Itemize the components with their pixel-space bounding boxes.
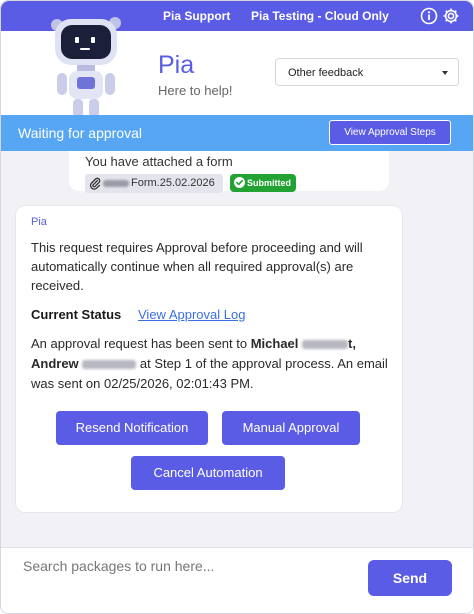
info-icon[interactable] <box>420 7 438 25</box>
assistant-subtitle: Here to help! <box>158 83 233 98</box>
resend-notification-button[interactable]: Resend Notification <box>56 411 208 445</box>
redacted-text <box>82 360 137 370</box>
manual-approval-button[interactable]: Manual Approval <box>222 411 360 445</box>
pia-support-link[interactable]: Pia Support <box>163 9 230 23</box>
gear-icon[interactable] <box>442 7 460 25</box>
feedback-select-value: Other feedback <box>288 67 364 79</box>
pia-testing-link[interactable]: Pia Testing - Cloud Only <box>251 9 389 23</box>
approval-banner: Waiting for approval View Approval Steps <box>1 115 473 151</box>
chevron-down-icon <box>442 71 448 75</box>
pia-chat-window: Pia Support Pia Testing - Cloud Only Pia… <box>0 0 474 614</box>
attachment-chip[interactable]: Form.25.02.2026 <box>85 174 223 193</box>
message-sender: Pia <box>31 216 47 228</box>
feedback-select[interactable]: Other feedback <box>275 58 459 86</box>
input-bar: Send <box>1 547 473 613</box>
pia-robot-logo <box>47 13 125 123</box>
view-approval-log-link[interactable]: View Approval Log <box>138 307 245 322</box>
approver-1-name: Michael <box>250 336 299 351</box>
chat-area[interactable]: You have attached a form Form.25.02.2026… <box>1 151 473 521</box>
approver-2-name: Andrew <box>31 356 79 371</box>
cancel-automation-button[interactable]: Cancel Automation <box>131 456 285 490</box>
approver-1-suffix: t, <box>348 336 356 351</box>
search-input[interactable] <box>21 557 345 575</box>
redacted-text <box>302 340 349 350</box>
approval-message-card: Pia This request requires Approval befor… <box>15 205 403 513</box>
approval-detail: An approval request has been sent to Mic… <box>31 334 393 394</box>
attachment-name: Form.25.02.2026 <box>131 177 215 189</box>
check-circle-icon <box>233 176 246 189</box>
submitted-badge: Submitted <box>230 174 296 192</box>
header: Pia Here to help! Other feedback <box>1 17 473 121</box>
detail-prefix: An approval request has been sent to <box>31 336 251 351</box>
view-approval-steps-button[interactable]: View Approval Steps <box>329 120 451 145</box>
message-body: This request requires Approval before pr… <box>31 240 363 293</box>
paperclip-icon <box>89 176 101 190</box>
approval-status-text: Waiting for approval <box>18 125 142 141</box>
send-button[interactable]: Send <box>368 560 452 596</box>
previous-message-text: You have attached a form <box>85 154 233 169</box>
assistant-title: Pia <box>158 51 195 79</box>
redacted-text <box>103 180 129 187</box>
submitted-badge-label: Submitted <box>247 178 291 188</box>
current-status-label: Current Status <box>31 307 122 322</box>
previous-message: You have attached a form Form.25.02.2026… <box>69 151 389 193</box>
